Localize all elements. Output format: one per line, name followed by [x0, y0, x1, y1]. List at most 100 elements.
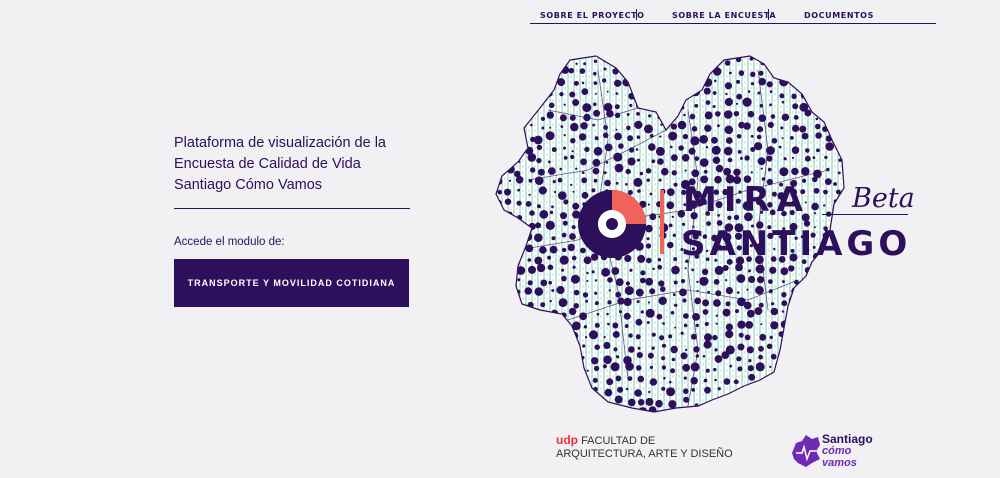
map-dot	[767, 167, 772, 172]
map-dot	[704, 59, 710, 65]
map-dot	[671, 265, 680, 275]
map-dot	[702, 410, 712, 412]
map-dot	[679, 89, 687, 97]
map-dot	[548, 167, 556, 175]
map-dot	[836, 287, 841, 293]
map-dot	[843, 397, 844, 406]
map-dot	[649, 378, 658, 386]
map-dot	[725, 399, 731, 405]
map-dot	[684, 169, 687, 172]
map-dot	[660, 102, 664, 105]
map-dot	[813, 98, 821, 106]
map-dot	[637, 158, 640, 162]
map-dot	[813, 187, 820, 194]
map-dot	[747, 365, 754, 372]
map-dot	[668, 334, 673, 339]
map-dot	[769, 365, 772, 368]
udp-logo[interactable]: udp FACULTAD DE ARQUITECTURA, ARTE Y DIS…	[556, 434, 733, 461]
map-dot	[517, 225, 520, 228]
map-dot	[704, 124, 712, 132]
map-dot	[723, 110, 733, 119]
map-dot	[496, 388, 503, 395]
map-dot	[823, 189, 828, 195]
map-dot	[715, 290, 722, 297]
map-dot	[844, 160, 850, 166]
map-dot	[582, 103, 592, 113]
map-dot	[628, 346, 635, 353]
nav-sobre-proyecto[interactable]: SOBRE EL PROYECTO	[540, 11, 645, 20]
map-dot	[790, 136, 794, 140]
map-dot	[680, 68, 683, 72]
map-dot	[537, 168, 545, 176]
map-dot	[781, 375, 786, 380]
map-dot	[739, 156, 743, 160]
map-dot	[805, 313, 809, 317]
map-dot	[593, 146, 603, 156]
map-dot	[568, 409, 577, 412]
map-dot	[637, 375, 645, 383]
map-dot	[496, 398, 498, 405]
map-dot	[811, 93, 818, 99]
map-dot	[757, 398, 764, 405]
map-dot	[571, 225, 576, 230]
map-dot	[826, 70, 832, 76]
map-dot	[727, 157, 733, 163]
map-dot	[694, 103, 699, 108]
map-dot	[793, 115, 799, 120]
map-dot	[822, 312, 830, 321]
map-dot	[836, 264, 844, 272]
map-dot	[539, 210, 549, 219]
map-dot	[547, 255, 552, 260]
map-dot	[514, 323, 518, 327]
map-dot	[649, 103, 652, 106]
intro-line-1: Plataforma de visualización de la	[174, 135, 386, 151]
map-dot	[757, 157, 766, 166]
map-dot	[835, 143, 844, 151]
module-transporte-button[interactable]: TRANSPORTE Y MOVILIDAD COTIDIANA	[174, 259, 409, 307]
map-dot	[503, 410, 512, 412]
map-dot	[724, 97, 733, 107]
map-dot	[615, 291, 622, 298]
map-dot	[613, 347, 618, 352]
map-dot	[745, 397, 749, 401]
nav-sobre-encuesta[interactable]: SOBRE LA ENCUESTA	[672, 11, 776, 20]
nav-documentos[interactable]: DOCUMENTOS	[804, 11, 874, 20]
map-dot	[513, 245, 520, 252]
map-dot	[496, 77, 499, 85]
santiago-como-vamos-logo[interactable]: Santiago cómo vamos	[822, 433, 873, 469]
map-dot	[551, 205, 554, 209]
map-dot	[497, 376, 503, 382]
udp-line-1: FACULTAD DE	[581, 435, 656, 447]
map-dot	[823, 301, 826, 305]
map-dot	[848, 148, 851, 151]
map-dot	[525, 386, 530, 392]
map-dot	[627, 376, 633, 381]
map-dot	[548, 333, 552, 337]
map-dot	[691, 388, 696, 392]
map-dot	[670, 123, 677, 130]
map-dot	[746, 309, 755, 318]
map-dot	[832, 61, 839, 67]
map-dot	[496, 247, 498, 252]
map-dot	[625, 362, 634, 371]
map-dot	[814, 315, 817, 318]
map-dot	[607, 322, 610, 326]
map-dot	[823, 204, 826, 207]
map-dot	[707, 290, 710, 294]
map-dot	[715, 314, 719, 317]
map-dot	[580, 158, 587, 166]
map-dot	[504, 226, 507, 230]
map-dot	[503, 234, 508, 238]
map-dot	[559, 167, 562, 171]
map-dot	[530, 355, 533, 359]
map-dot	[602, 132, 609, 139]
map-dot	[615, 92, 619, 95]
map-dot	[779, 408, 783, 412]
map-dot	[497, 189, 502, 195]
map-dot	[571, 395, 580, 404]
map-dot	[548, 160, 551, 164]
map-dot	[627, 135, 634, 142]
map-dot	[589, 330, 598, 340]
map-dot	[592, 414, 595, 416]
map-dot	[617, 386, 624, 393]
